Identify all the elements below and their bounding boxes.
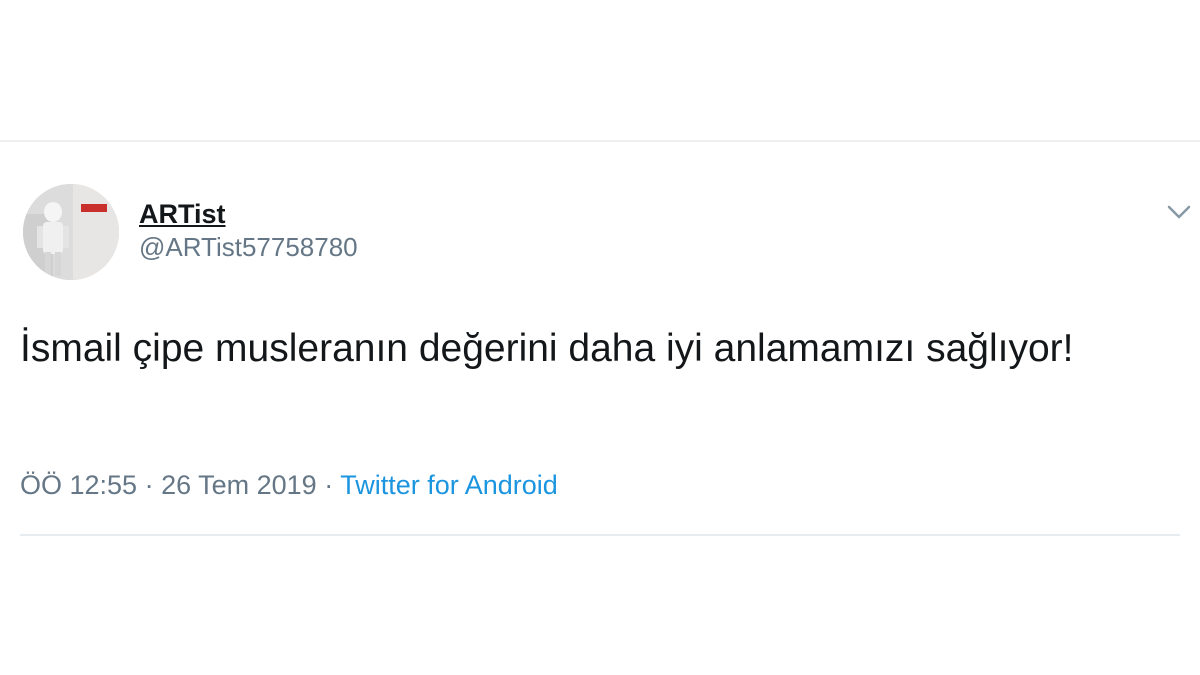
display-name[interactable]: ARTist (139, 198, 358, 230)
meta-separator: · (316, 470, 341, 500)
avatar[interactable] (23, 184, 119, 280)
user-handle[interactable]: @ARTist57758780 (139, 230, 358, 264)
tweet-text: İsmail çipe musleranın değerini daha iyi… (20, 327, 1074, 370)
avatar-image (23, 184, 119, 280)
user-info: ARTist @ARTist57758780 (139, 198, 358, 264)
tweet-meta: ÖÖ 12:55 · 26 Tem 2019 · Twitter for And… (20, 468, 558, 502)
tweet-card: ARTist @ARTist57758780 İsmail çipe musle… (0, 142, 1200, 537)
meta-separator: · (137, 470, 162, 500)
bottom-divider (20, 534, 1180, 536)
tweet-time[interactable]: ÖÖ 12:55 (20, 470, 137, 500)
chevron-down-icon[interactable] (1166, 202, 1192, 222)
tweet-date[interactable]: 26 Tem 2019 (161, 470, 317, 500)
tweet-source-link[interactable]: Twitter for Android (340, 470, 558, 500)
